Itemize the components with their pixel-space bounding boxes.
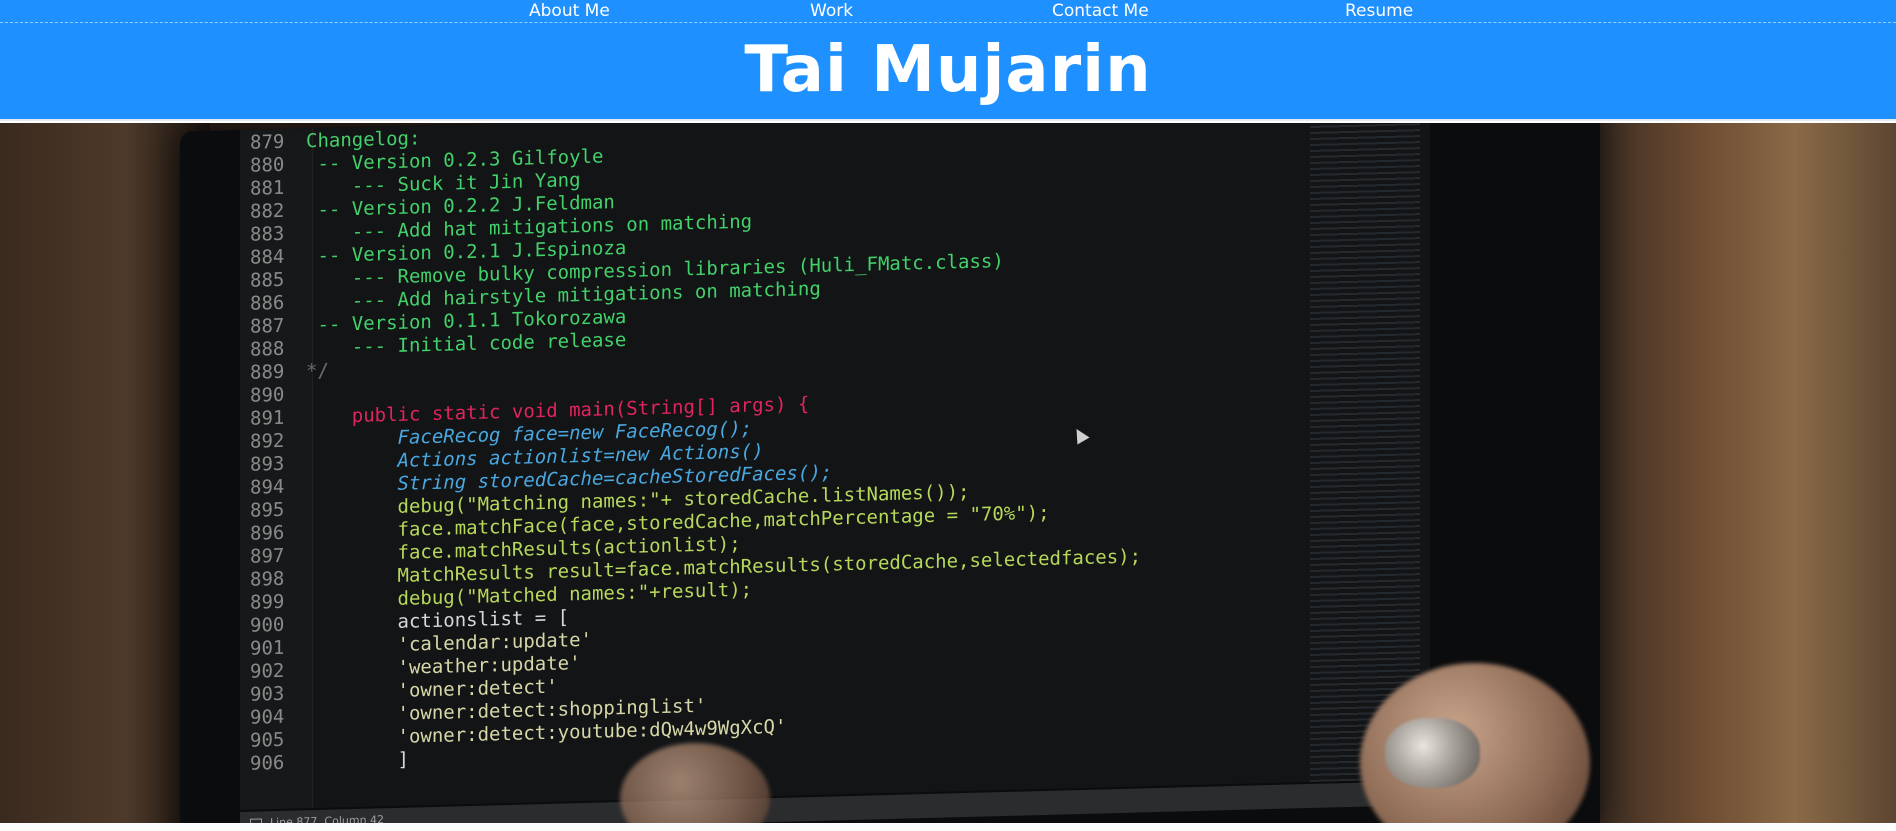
line-number: 882 <box>250 199 285 223</box>
nav-link-resume[interactable]: Resume <box>1345 1 1413 21</box>
line-number: 903 <box>250 682 285 706</box>
line-number: 899 <box>250 590 285 614</box>
line-number: 888 <box>250 337 285 361</box>
site-header: About Me Work Contact Me Resume Tai Muja… <box>0 0 1896 121</box>
line-number: 883 <box>250 222 285 246</box>
line-number: 879 <box>250 130 285 154</box>
line-number: 896 <box>250 521 285 545</box>
line-number: 893 <box>250 452 285 476</box>
background-left <box>0 123 210 823</box>
page-title: Tai Mujarin <box>744 33 1152 107</box>
nav-link-contact[interactable]: Contact Me <box>1052 1 1149 21</box>
line-number: 885 <box>250 268 285 292</box>
window-icon <box>250 818 262 823</box>
line-number: 900 <box>250 613 285 637</box>
code-text: */ <box>306 359 329 383</box>
line-number: 886 <box>250 291 285 315</box>
code-block: 879 Changelog: 880 -- Version 0.2.3 Gilfoy… <box>250 123 1141 776</box>
line-number: 887 <box>250 314 285 338</box>
hero-image: 879 Changelog: 880 -- Version 0.2.3 Gilfoy… <box>0 123 1896 823</box>
line-number: 889 <box>250 360 285 384</box>
line-number: 892 <box>250 429 285 453</box>
line-number: 884 <box>250 245 285 269</box>
line-number: 891 <box>250 406 285 430</box>
line-number: 902 <box>250 659 285 683</box>
line-number: 898 <box>250 567 285 591</box>
line-number: 890 <box>250 383 285 407</box>
line-number: 905 <box>250 728 285 752</box>
line-number: 906 <box>250 751 285 775</box>
line-number: 897 <box>250 544 285 568</box>
status-text: Line 877, Column 42 <box>270 813 385 823</box>
line-number: 904 <box>250 705 285 729</box>
code-text: ] <box>306 748 409 774</box>
code-text: Changelog: <box>306 127 421 153</box>
ring <box>1385 718 1480 788</box>
nav-link-about[interactable]: About Me <box>529 1 610 21</box>
code-editor-screen: 879 Changelog: 880 -- Version 0.2.3 Gilfoy… <box>240 123 1430 811</box>
nav-link-work[interactable]: Work <box>810 1 853 21</box>
top-nav: About Me Work Contact Me Resume <box>0 0 1896 23</box>
line-number: 901 <box>250 636 285 660</box>
line-number: 881 <box>250 176 285 200</box>
line-number: 894 <box>250 475 285 499</box>
line-number: 895 <box>250 498 285 522</box>
background-right <box>1560 123 1896 823</box>
line-number: 880 <box>250 153 285 177</box>
